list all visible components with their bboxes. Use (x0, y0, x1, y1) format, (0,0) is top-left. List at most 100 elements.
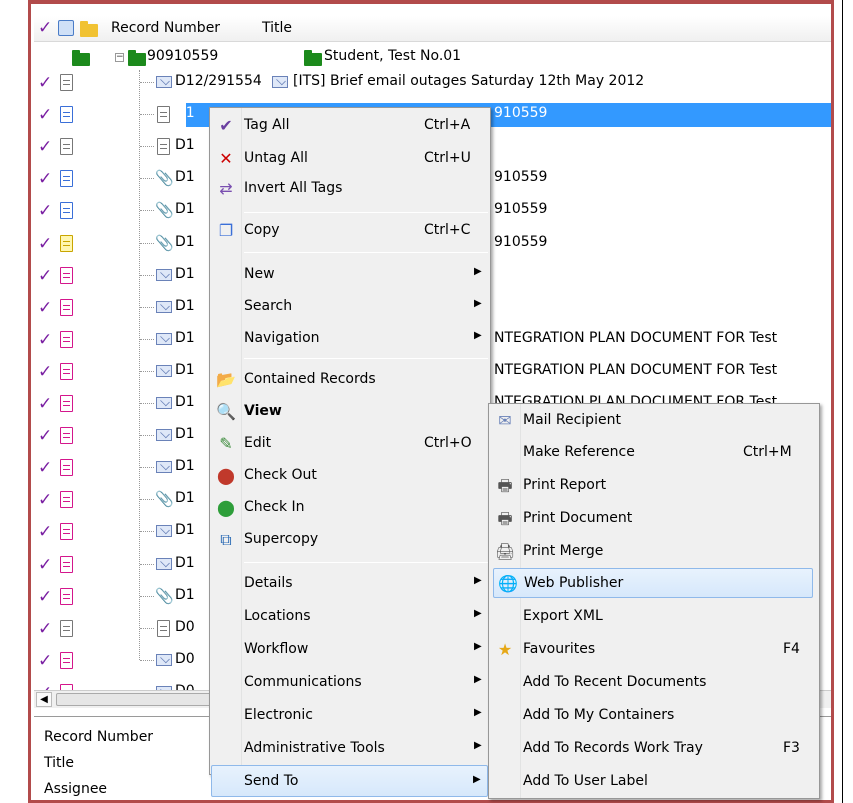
submenu-print-document[interactable]: 🖶 Print Document (491, 504, 817, 534)
record-title: 910559 (494, 233, 548, 250)
record-number: D1 (175, 169, 195, 186)
submenu-arrow-icon: ▶ (474, 298, 482, 309)
submenu-arrow-icon: ▶ (473, 774, 481, 785)
menu-untag-all[interactable]: ✕ Untag All Ctrl+U (212, 144, 488, 174)
menu-administrative-tools[interactable]: Administrative Tools ▶ (212, 734, 488, 764)
submenu-add-my-containers[interactable]: Add To My Containers (491, 701, 817, 731)
submenu-arrow-icon: ▶ (474, 707, 482, 718)
checkmark-icon[interactable]: ✓ (38, 588, 54, 606)
checkmark-icon[interactable]: ✓ (38, 523, 54, 541)
attachment-icon: 📎 (155, 490, 174, 509)
menu-communications[interactable]: Communications ▶ (212, 668, 488, 698)
menu-invert-all-tags[interactable]: ⇄ Invert All Tags (212, 174, 488, 204)
checkmark-icon[interactable]: ✓ (38, 363, 54, 381)
invert-tags-icon: ⇄ (219, 179, 233, 198)
tree-branch (140, 178, 154, 180)
record-number: D1 (175, 554, 195, 571)
checkmark-icon[interactable]: ✓ (38, 170, 54, 188)
checkmark-icon[interactable]: ✓ (38, 138, 54, 156)
tree-branch (140, 499, 154, 501)
details-record-number-label: Record Number (44, 729, 154, 745)
collapse-icon[interactable]: − (115, 53, 124, 62)
submenu-print-report[interactable]: 🖶 Print Report (491, 471, 817, 501)
checkmark-icon[interactable]: ✓ (38, 299, 54, 317)
document-icon (60, 395, 73, 412)
record-number: D1 (175, 329, 195, 346)
column-record-number[interactable]: Record Number (111, 20, 220, 36)
checkmark-icon[interactable]: ✓ (38, 620, 54, 638)
menu-edit[interactable]: ✎ Edit Ctrl+O (212, 429, 488, 459)
record-number: D1 (175, 394, 195, 410)
tree-branch (140, 242, 154, 244)
submenu-add-records-work-tray[interactable]: Add To Records Work Tray F3 (491, 734, 817, 764)
menu-tag-all[interactable]: ✔ Tag All Ctrl+A (212, 111, 488, 141)
untag-all-icon: ✕ (219, 149, 233, 168)
submenu-mail-recipient[interactable]: ✉ Mail Recipient (491, 406, 817, 436)
menu-electronic[interactable]: Electronic ▶ (212, 701, 488, 731)
menu-new[interactable]: New ▶ (212, 260, 488, 290)
menu-separator (244, 562, 488, 563)
record-title: NTEGRATION PLAN DOCUMENT FOR Test (494, 361, 778, 378)
document-icon (60, 106, 73, 124)
checkmark-icon[interactable]: ✓ (38, 202, 54, 220)
copy-icon: ❐ (218, 221, 234, 240)
print-merge-icon: 🖨 (495, 542, 516, 561)
submenu-make-reference[interactable]: Make Reference Ctrl+M (491, 438, 817, 468)
menu-check-in[interactable]: ⬤ Check In (212, 493, 488, 523)
checkmark-icon[interactable]: ✓ (38, 106, 54, 124)
tree-branch (140, 338, 154, 340)
submenu-favourites[interactable]: ★ Favourites F4 (491, 635, 817, 665)
checkmark-icon[interactable]: ✓ (38, 395, 54, 413)
attachment-icon: 📎 (155, 169, 174, 188)
document-icon (60, 234, 73, 252)
tree-root-row[interactable]: − 90910559 Student, Test No.01 (34, 45, 831, 70)
menu-contained-records[interactable]: 📂 Contained Records (212, 365, 488, 395)
tree-branch (140, 114, 154, 116)
checkmark-icon[interactable]: ✓ (38, 556, 54, 574)
checkmark-icon[interactable]: ✓ (38, 427, 54, 445)
submenu-export-xml[interactable]: Export XML (491, 602, 817, 632)
scroll-left-icon[interactable]: ◀ (36, 692, 52, 707)
menu-send-to[interactable]: Send To ▶ (211, 765, 488, 797)
table-row[interactable]: ✓ D12/291554 [ITS] Brief email outages Sat… (34, 70, 831, 95)
menu-view[interactable]: 🔍 View (212, 397, 488, 427)
menu-copy[interactable]: ❐ Copy Ctrl+C (212, 216, 488, 246)
submenu-add-recent-documents[interactable]: Add To Recent Documents (491, 668, 817, 698)
record-number: D1 (175, 105, 195, 122)
checkmark-icon[interactable]: ✓ (38, 459, 54, 477)
menu-navigation[interactable]: Navigation ▶ (212, 324, 488, 354)
context-menu: ✔ Tag All Ctrl+A ✕ Untag All Ctrl+U ⇄ In… (209, 107, 491, 775)
details-title-label: Title (44, 755, 75, 771)
checkmark-icon[interactable]: ✓ (38, 74, 54, 92)
column-title[interactable]: Title (262, 20, 292, 36)
document-icon (60, 74, 73, 91)
record-title: NTEGRATION PLAN DOCUMENT FOR Test (494, 329, 778, 346)
printer-icon: 🖶 (497, 476, 513, 495)
menu-workflow[interactable]: Workflow ▶ (212, 635, 488, 665)
document-icon (60, 651, 73, 669)
checkmark-icon[interactable]: ✓ (38, 19, 54, 37)
document-icon (60, 170, 73, 188)
record-number: D1 (175, 490, 195, 507)
menu-search[interactable]: Search ▶ (212, 292, 488, 322)
tree-branch (140, 595, 154, 597)
menu-separator (244, 358, 488, 359)
document-icon (60, 266, 73, 284)
menu-details[interactable]: Details ▶ (212, 569, 488, 599)
checkmark-icon[interactable]: ✓ (38, 331, 54, 349)
submenu-web-publisher[interactable]: 🌐 Web Publisher (493, 568, 813, 598)
email-icon (156, 429, 172, 442)
checkmark-icon[interactable]: ✓ (38, 235, 54, 253)
checkmark-icon[interactable]: ✓ (38, 652, 54, 670)
submenu-print-merge[interactable]: 🖨 Print Merge (491, 537, 817, 567)
checkmark-icon[interactable]: ✓ (38, 491, 54, 509)
folder-icon (80, 21, 98, 37)
checkmark-icon[interactable]: ✓ (38, 267, 54, 285)
menu-supercopy[interactable]: ⧉ Supercopy (212, 525, 488, 555)
printer-icon: 🖶 (497, 509, 513, 528)
record-number: D0 (175, 650, 195, 667)
menu-locations[interactable]: Locations ▶ (212, 602, 488, 632)
submenu-add-user-label[interactable]: Add To User Label (491, 767, 817, 797)
menu-check-out[interactable]: ⬤ Check Out (212, 461, 488, 491)
record-number: D1 (175, 361, 195, 378)
